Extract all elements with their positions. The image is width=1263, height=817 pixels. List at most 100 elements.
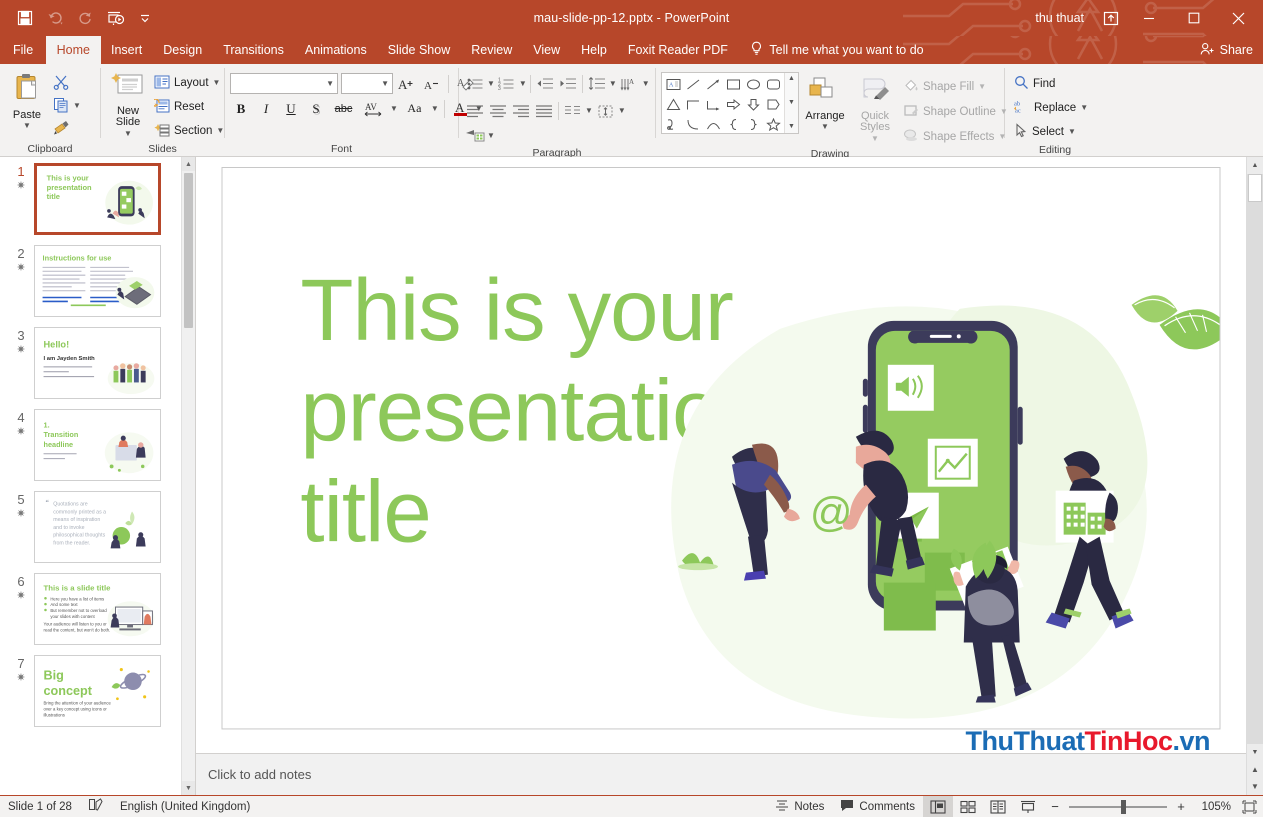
shapes-more-icon[interactable]: ▼ — [788, 122, 795, 132]
slide-vertical-scrollbar[interactable]: ▲ ▼ ▲ ▼ — [1246, 157, 1263, 795]
start-from-beginning-icon[interactable] — [100, 5, 130, 31]
shape-curve-icon[interactable] — [683, 114, 703, 134]
text-shadow-button[interactable]: S — [305, 98, 327, 119]
thumbnail-scroll-down-icon[interactable]: ▼ — [182, 781, 195, 795]
shape-effects-button[interactable]: Shape Effects ▼ — [899, 126, 1012, 148]
decrease-font-size-button[interactable]: A — [421, 73, 443, 94]
table-row[interactable]: “ Quotations are commonly printed as a m… — [34, 491, 161, 563]
find-button[interactable]: Find — [1010, 73, 1059, 95]
list-item[interactable]: 4 ✷ 1. Transition headline — [0, 409, 195, 481]
increase-font-size-button[interactable]: A — [396, 73, 418, 94]
shape-text-box-icon[interactable]: A — [663, 74, 683, 94]
bullets-chevron-down-icon[interactable]: ▼ — [487, 80, 495, 88]
quick-styles-button[interactable]: Quick Styles ▼ — [851, 72, 899, 146]
character-spacing-button[interactable]: AV — [360, 98, 387, 119]
slide-canvas[interactable]: This is your presentation title @ — [221, 167, 1221, 730]
table-row[interactable]: 1. Transition headline — [34, 409, 161, 481]
previous-slide-button[interactable]: ▲ — [1247, 761, 1263, 778]
replace-chevron-down-icon[interactable]: ▼ — [1080, 104, 1088, 112]
convert-to-smartart-button[interactable] — [464, 125, 486, 147]
section-button[interactable]: Section ▼ — [150, 120, 228, 142]
save-icon[interactable] — [10, 5, 40, 31]
tab-design[interactable]: Design — [153, 36, 213, 64]
ribbon-display-options-icon[interactable] — [1098, 5, 1124, 31]
table-row[interactable]: Instructions for use — [34, 245, 161, 317]
slide-number-status[interactable]: Slide 1 of 28 — [0, 796, 80, 817]
list-item[interactable]: 5 ✷ “ Quotations are commonly printed as… — [0, 491, 195, 563]
font-size-combobox[interactable]: ▼ — [341, 73, 393, 94]
table-row[interactable]: This is a slide title Here you have a li… — [34, 573, 161, 645]
tab-insert[interactable]: Insert — [101, 36, 153, 64]
thumbnail-scrollbar-thumb[interactable] — [184, 173, 193, 328]
text-direction-button[interactable]: A — [619, 73, 641, 95]
shapes-gallery[interactable]: A ▲ ▼ ▼ — [661, 72, 799, 134]
shape-rectangle-icon[interactable] — [723, 74, 743, 94]
language-status[interactable]: English (United Kingdom) — [112, 796, 258, 817]
format-painter-button[interactable] — [49, 118, 85, 140]
convert-to-smartart-chevron-down-icon[interactable]: ▼ — [487, 132, 495, 140]
change-case-button[interactable]: Aa — [401, 98, 428, 119]
table-row[interactable]: Hello! I am Jayden Smith — [34, 327, 161, 399]
share-button[interactable]: Share — [1200, 42, 1253, 59]
shape-oval-icon[interactable] — [743, 74, 763, 94]
scrollbar-track[interactable] — [1247, 174, 1263, 744]
shapes-scroll-down-icon[interactable]: ▼ — [788, 98, 795, 108]
notes-pane[interactable]: Click to add notes ThuThuatTinHoc.vn — [196, 726, 1246, 795]
shape-right-brace-icon[interactable] — [743, 114, 763, 134]
tab-transitions[interactable]: Transitions — [213, 36, 295, 64]
tab-slide-show[interactable]: Slide Show — [377, 36, 461, 64]
arrange-button[interactable]: Arrange ▼ — [799, 72, 851, 133]
shape-left-brace-icon[interactable] — [723, 114, 743, 134]
tab-foxit-reader-pdf[interactable]: Foxit Reader PDF — [617, 36, 738, 64]
align-text-button[interactable] — [595, 100, 617, 122]
next-slide-button[interactable]: ▼ — [1247, 778, 1263, 795]
select-button[interactable]: Select ▼ — [1010, 121, 1080, 143]
list-item[interactable]: 6 ✷ This is a slide title Here you have … — [0, 573, 195, 645]
zoom-slider[interactable]: − + — [1043, 799, 1193, 814]
layout-button[interactable]: Layout ▼ — [150, 72, 228, 94]
scroll-down-icon[interactable]: ▼ — [1247, 744, 1263, 761]
character-spacing-chevron-down-icon[interactable]: ▼ — [390, 104, 398, 113]
reset-button[interactable]: Reset — [150, 96, 228, 118]
maximize-button[interactable] — [1171, 0, 1216, 36]
bold-button[interactable]: B — [230, 98, 252, 119]
layout-chevron-down-icon[interactable]: ▼ — [213, 79, 221, 87]
slide-sorter-view-button[interactable] — [953, 796, 983, 817]
tab-review[interactable]: Review — [461, 36, 523, 64]
section-chevron-down-icon[interactable]: ▼ — [216, 127, 224, 135]
list-item[interactable]: 3 ✷ Hello! I am Jayden Smith — [0, 327, 195, 399]
shape-outline-button[interactable]: Shape Outline ▼ — [899, 101, 1012, 123]
shapes-scroll-up-icon[interactable]: ▲ — [788, 74, 795, 84]
select-chevron-down-icon[interactable]: ▼ — [1068, 128, 1076, 136]
align-text-chevron-down-icon[interactable]: ▼ — [618, 107, 626, 115]
list-item[interactable]: 1 ✷ This is your presentation title — [0, 163, 195, 235]
shape-elbow-connector-icon[interactable] — [683, 94, 703, 114]
shape-right-arrow-icon[interactable] — [723, 94, 743, 114]
shape-freeform-icon[interactable] — [663, 114, 683, 134]
shape-star-icon[interactable] — [763, 114, 783, 134]
shape-fill-chevron-down-icon[interactable]: ▼ — [978, 83, 986, 91]
center-button[interactable] — [487, 100, 509, 122]
shapes-gallery-scrollbar[interactable]: ▲ ▼ ▼ — [784, 73, 798, 133]
change-case-chevron-down-icon[interactable]: ▼ — [431, 104, 439, 113]
columns-button[interactable] — [562, 100, 584, 122]
paste-button[interactable]: Paste ▼ — [5, 69, 49, 132]
cut-button[interactable] — [49, 72, 85, 94]
new-slide-button[interactable]: New Slide ▼ — [106, 69, 150, 141]
new-slide-chevron-down-icon[interactable]: ▼ — [124, 129, 132, 138]
table-row[interactable]: Big concept Bring the attention of your … — [34, 655, 161, 727]
line-spacing-chevron-down-icon[interactable]: ▼ — [609, 80, 617, 88]
scroll-up-icon[interactable]: ▲ — [1247, 157, 1263, 174]
bullets-button[interactable] — [464, 73, 486, 95]
normal-view-button[interactable] — [923, 795, 953, 817]
list-item[interactable]: 2 ✷ Instructions for use — [0, 245, 195, 317]
undo-icon[interactable] — [40, 5, 70, 31]
font-name-combobox[interactable]: ▼ — [230, 73, 338, 94]
strikethrough-button[interactable]: abc — [330, 98, 357, 119]
shape-arc-icon[interactable] — [703, 114, 723, 134]
font-name-chevron-down-icon[interactable]: ▼ — [326, 79, 334, 88]
quick-styles-chevron-down-icon[interactable]: ▼ — [871, 134, 879, 143]
thumbnail-pane-scrollbar[interactable]: ▲ ▼ — [181, 157, 195, 795]
spell-check-status[interactable] — [80, 796, 112, 817]
list-item[interactable]: 7 ✷ Big concept Bring the attention of y… — [0, 655, 195, 727]
